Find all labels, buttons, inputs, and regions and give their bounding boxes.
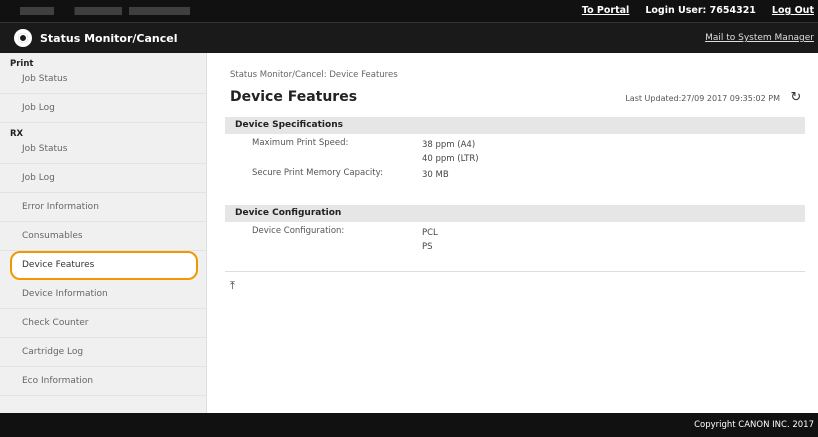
- to-portal-link[interactable]: To Portal: [582, 5, 629, 16]
- device-configuration-section: Device Configuration Device Configuratio…: [225, 205, 805, 258]
- sidebar-heading-print: Print: [10, 59, 34, 69]
- refresh-icon[interactable]: ↻: [787, 90, 805, 106]
- section-heading-specifications: Device Specifications: [225, 117, 805, 134]
- config-value-line: PS: [422, 242, 433, 252]
- footer: Copyright CANON INC. 2017: [0, 413, 818, 437]
- device-name-blurred: [20, 7, 190, 15]
- breadcrumb: Status Monitor/Cancel: Device Features: [230, 70, 398, 80]
- login-user-label: Login User:: [645, 5, 707, 16]
- main-content: Status Monitor/Cancel: Device Features D…: [207, 53, 818, 413]
- sidebar: Print Job Status Job Log RX Job Status J…: [0, 53, 207, 413]
- spec-row-print-speed: Maximum Print Speed: 38 ppm (A4) 40 ppm …: [225, 134, 805, 164]
- top-bar: To Portal Login User: 7654321 Log Out: [0, 0, 818, 22]
- mail-system-manager-link[interactable]: Mail to System Manager: [705, 33, 814, 43]
- section-heading-configuration: Device Configuration: [225, 205, 805, 222]
- last-updated-text: Last Updated:27/09 2017 09:35:02 PM: [625, 94, 780, 103]
- sidebar-item-device-features[interactable]: Device Features: [10, 251, 198, 280]
- sidebar-item-error-information[interactable]: Error Information: [0, 193, 206, 222]
- sidebar-item-rx-job-status[interactable]: Job Status: [0, 135, 206, 164]
- login-user-info: Login User: 7654321: [645, 5, 756, 16]
- top-links: To Portal Login User: 7654321 Log Out: [582, 5, 814, 16]
- status-monitor-icon: [14, 29, 32, 47]
- spec-label: Maximum Print Speed:: [252, 138, 349, 148]
- config-label: Device Configuration:: [252, 226, 345, 236]
- page-title: Device Features: [230, 89, 358, 105]
- sidebar-heading-rx: RX: [10, 129, 24, 139]
- config-row: Device Configuration: PCL PS: [225, 222, 805, 258]
- app-header: Status Monitor/Cancel Mail to System Man…: [0, 22, 818, 53]
- content-divider: [225, 271, 805, 272]
- login-user-id: 7654321: [709, 5, 756, 16]
- sidebar-item-check-counter[interactable]: Check Counter: [0, 309, 206, 338]
- sidebar-item-device-information[interactable]: Device Information: [0, 280, 206, 309]
- sidebar-item-rx-job-log[interactable]: Job Log: [0, 164, 206, 193]
- sidebar-item-print-job-log[interactable]: Job Log: [0, 94, 206, 123]
- arrow-to-top-icon[interactable]: ⤒: [230, 279, 235, 293]
- app-title: Status Monitor/Cancel: [40, 32, 178, 45]
- sidebar-item-cartridge-log[interactable]: Cartridge Log: [0, 338, 206, 367]
- spec-value-line: 38 ppm (A4): [422, 140, 476, 150]
- device-specifications-section: Device Specifications Maximum Print Spee…: [225, 117, 805, 188]
- logout-link[interactable]: Log Out: [772, 5, 814, 16]
- config-value-line: PCL: [422, 228, 438, 238]
- sidebar-item-print-job-status[interactable]: Job Status: [0, 65, 206, 94]
- spec-row-memory: Secure Print Memory Capacity: 30 MB: [225, 164, 805, 188]
- spec-value: 30 MB: [422, 170, 449, 180]
- copyright-text: Copyright CANON INC. 2017: [694, 420, 814, 430]
- spec-value: 38 ppm (A4) 40 ppm (LTR): [422, 138, 479, 166]
- sidebar-item-consumables[interactable]: Consumables: [0, 222, 206, 251]
- sidebar-item-eco-information[interactable]: Eco Information: [0, 367, 206, 396]
- config-value: PCL PS: [422, 226, 438, 254]
- spec-label: Secure Print Memory Capacity:: [252, 168, 383, 178]
